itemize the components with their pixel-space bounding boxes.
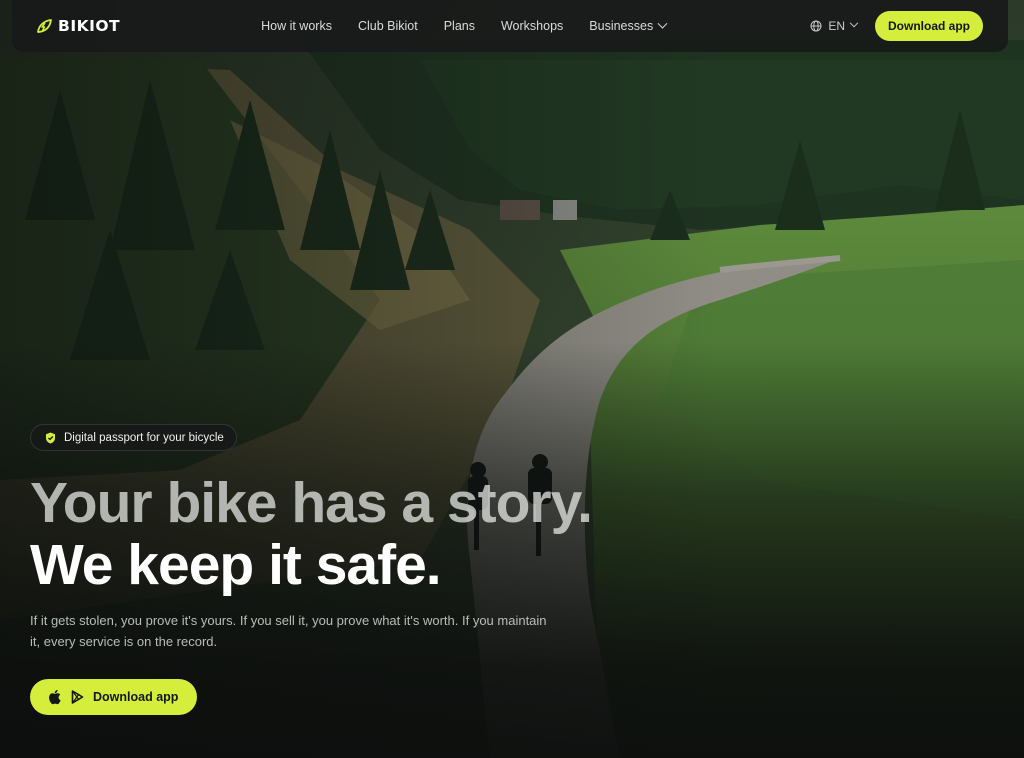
nav-item-workshops[interactable]: Workshops [501, 19, 563, 33]
download-app-nav-button[interactable]: Download app [875, 11, 983, 41]
download-app-nav-label: Download app [888, 19, 970, 33]
main-menu: How it works Club Bikiot Plans Workshops… [261, 18, 668, 33]
brand-name: BIKIOT [58, 17, 121, 35]
passport-badge: Digital passport for your bicycle [30, 424, 237, 451]
language-label: EN [828, 19, 845, 33]
globe-icon [810, 20, 822, 32]
nav-item-club-bikiot[interactable]: Club Bikiot [358, 19, 418, 33]
hero-headline: Your bike has a story. We keep it safe. [30, 471, 593, 597]
language-selector[interactable]: EN [810, 18, 859, 33]
nav-item-how-it-works[interactable]: How it works [261, 19, 332, 33]
nav-item-label: Plans [443, 19, 475, 33]
leaf-bolt-icon [37, 19, 52, 33]
brand-logo[interactable]: BIKIOT [36, 17, 120, 35]
shield-check-icon [46, 432, 55, 443]
download-app-hero-label: Download app [93, 690, 179, 704]
nav-item-label: Club Bikiot [357, 19, 418, 33]
nav-item-label: Businesses [589, 19, 654, 33]
badge-label: Digital passport for your bicycle [64, 431, 224, 444]
chevron-down-icon [657, 18, 668, 29]
headline-line-1: Your bike has a story. [30, 471, 593, 535]
download-app-hero-button[interactable]: Download app [30, 679, 198, 715]
hero-subtitle: If it gets stolen, you prove it's yours.… [30, 613, 547, 649]
nav-item-businesses[interactable]: Businesses [589, 18, 668, 33]
headline-line-2: We keep it safe. [30, 533, 442, 597]
nav-item-plans[interactable]: Plans [444, 19, 475, 33]
nav-item-label: Workshops [500, 19, 564, 33]
google-play-icon [71, 690, 84, 704]
apple-icon [49, 689, 61, 705]
nav-item-label: How it works [261, 19, 332, 33]
top-navigation-bar: BIKIOT How it works Club Bikiot Plans Wo… [12, 0, 1008, 52]
nav-actions: EN Download app [810, 11, 983, 41]
chevron-down-icon [849, 18, 859, 28]
